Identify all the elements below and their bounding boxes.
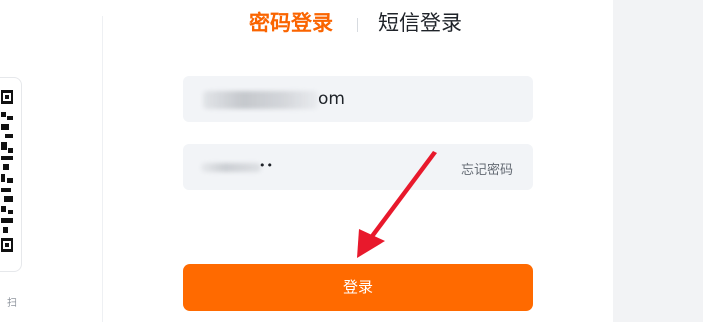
qr-scan-hint: 扫: [7, 298, 17, 309]
right-panel-background: [613, 0, 703, 322]
password-mask-dots: ••: [259, 159, 274, 172]
account-value-redacted: [203, 91, 318, 109]
tab-sms-login[interactable]: 短信登录: [378, 8, 462, 38]
tab-separator: [357, 18, 358, 32]
forgot-password-link[interactable]: 忘记密码: [461, 159, 513, 178]
panel-divider: [102, 16, 103, 322]
account-value-suffix: om: [318, 89, 345, 109]
qr-code-card[interactable]: [0, 77, 22, 272]
tab-password-login[interactable]: 密码登录: [249, 8, 333, 38]
arrow-head: [357, 229, 385, 258]
login-button[interactable]: 登录: [183, 264, 533, 311]
password-value-redacted: [201, 163, 261, 172]
qr-code-icon: [1, 90, 13, 252]
account-input[interactable]: om: [183, 76, 533, 122]
login-tabs: 密码登录 短信登录: [0, 8, 613, 42]
password-input[interactable]: •• 忘记密码: [183, 144, 533, 190]
